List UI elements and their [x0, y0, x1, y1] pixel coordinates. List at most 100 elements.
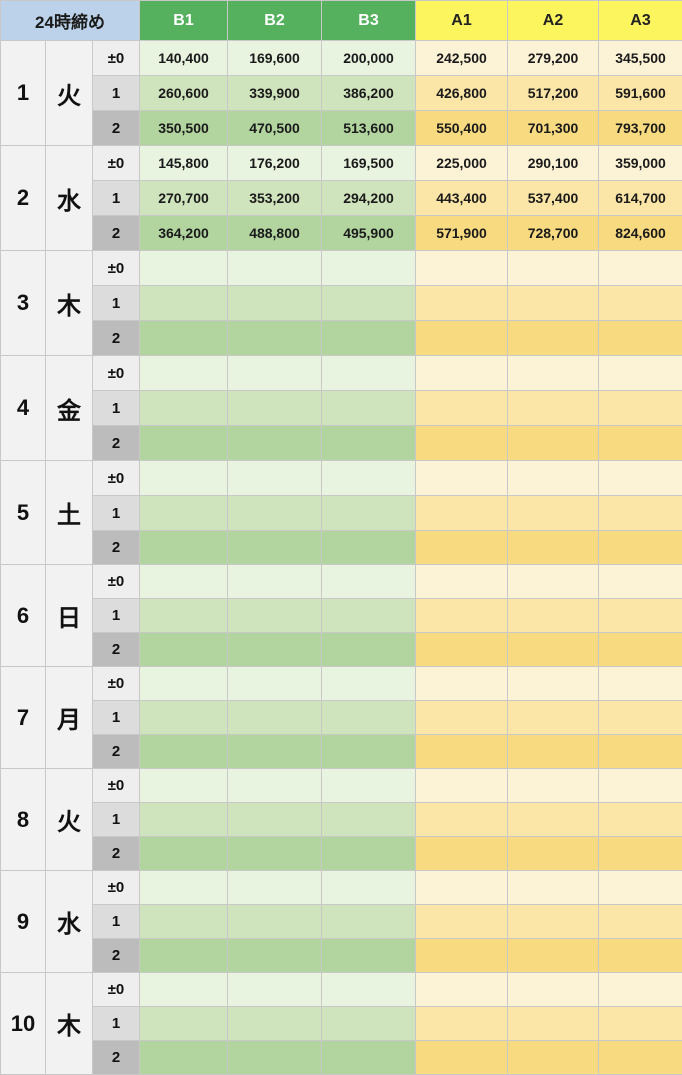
- cell-a2[interactable]: [508, 1041, 599, 1075]
- cell-b3[interactable]: [322, 286, 416, 321]
- cell-a3[interactable]: [599, 803, 682, 837]
- cell-b2[interactable]: [228, 1041, 322, 1075]
- cell-b1[interactable]: [140, 803, 228, 837]
- cell-b2[interactable]: [228, 735, 322, 769]
- cell-b2[interactable]: 470,500: [228, 111, 322, 146]
- cell-b1[interactable]: [140, 565, 228, 599]
- cell-a2[interactable]: [508, 837, 599, 871]
- cell-b2[interactable]: 353,200: [228, 181, 322, 216]
- cell-a3[interactable]: [599, 599, 682, 633]
- cell-b1[interactable]: [140, 939, 228, 973]
- cell-a3[interactable]: [599, 391, 682, 426]
- cell-a2[interactable]: [508, 461, 599, 496]
- cell-a1[interactable]: [416, 735, 508, 769]
- cell-a1[interactable]: [416, 667, 508, 701]
- cell-a3[interactable]: [599, 251, 682, 286]
- cell-a1[interactable]: 225,000: [416, 146, 508, 181]
- cell-a2[interactable]: [508, 599, 599, 633]
- cell-b1[interactable]: 350,500: [140, 111, 228, 146]
- cell-b3[interactable]: [322, 356, 416, 391]
- cell-b3[interactable]: [322, 461, 416, 496]
- cell-a1[interactable]: [416, 1041, 508, 1075]
- cell-a1[interactable]: [416, 701, 508, 735]
- cell-b2[interactable]: [228, 251, 322, 286]
- cell-a2[interactable]: 290,100: [508, 146, 599, 181]
- cell-a3[interactable]: [599, 461, 682, 496]
- cell-a3[interactable]: 824,600: [599, 216, 682, 251]
- cell-b3[interactable]: [322, 1007, 416, 1041]
- cell-b1[interactable]: [140, 251, 228, 286]
- cell-b2[interactable]: 339,900: [228, 76, 322, 111]
- cell-b1[interactable]: 364,200: [140, 216, 228, 251]
- cell-a1[interactable]: [416, 871, 508, 905]
- cell-a2[interactable]: 728,700: [508, 216, 599, 251]
- cell-a1[interactable]: 426,800: [416, 76, 508, 111]
- cell-a1[interactable]: [416, 461, 508, 496]
- cell-a2[interactable]: [508, 356, 599, 391]
- cell-b3[interactable]: [322, 531, 416, 565]
- cell-a1[interactable]: [416, 251, 508, 286]
- cell-a2[interactable]: [508, 391, 599, 426]
- cell-a2[interactable]: [508, 735, 599, 769]
- cell-b3[interactable]: [322, 701, 416, 735]
- cell-a3[interactable]: [599, 667, 682, 701]
- cell-a3[interactable]: 359,000: [599, 146, 682, 181]
- cell-a3[interactable]: [599, 973, 682, 1007]
- cell-a3[interactable]: 614,700: [599, 181, 682, 216]
- cell-a2[interactable]: 517,200: [508, 76, 599, 111]
- cell-b1[interactable]: [140, 391, 228, 426]
- cell-a3[interactable]: [599, 905, 682, 939]
- cell-b2[interactable]: [228, 667, 322, 701]
- cell-a1[interactable]: [416, 769, 508, 803]
- cell-b2[interactable]: [228, 633, 322, 667]
- cell-a2[interactable]: [508, 565, 599, 599]
- cell-b3[interactable]: 169,500: [322, 146, 416, 181]
- cell-b3[interactable]: [322, 735, 416, 769]
- cell-b3[interactable]: [322, 837, 416, 871]
- cell-a1[interactable]: [416, 905, 508, 939]
- cell-b2[interactable]: 169,600: [228, 41, 322, 76]
- cell-b1[interactable]: 140,400: [140, 41, 228, 76]
- cell-a2[interactable]: [508, 496, 599, 531]
- cell-a3[interactable]: [599, 837, 682, 871]
- cell-a3[interactable]: [599, 426, 682, 461]
- cell-b3[interactable]: [322, 871, 416, 905]
- column-header-b3[interactable]: B3: [322, 1, 416, 41]
- cell-b1[interactable]: [140, 599, 228, 633]
- cell-b3[interactable]: [322, 321, 416, 356]
- cell-b1[interactable]: [140, 321, 228, 356]
- cell-b1[interactable]: [140, 531, 228, 565]
- cell-b1[interactable]: [140, 1041, 228, 1075]
- cell-a3[interactable]: [599, 871, 682, 905]
- cell-b2[interactable]: [228, 321, 322, 356]
- cell-a3[interactable]: [599, 531, 682, 565]
- cell-b2[interactable]: [228, 871, 322, 905]
- cell-b2[interactable]: [228, 496, 322, 531]
- cell-b2[interactable]: [228, 701, 322, 735]
- cell-b1[interactable]: [140, 837, 228, 871]
- cell-a3[interactable]: 793,700: [599, 111, 682, 146]
- cell-b2[interactable]: [228, 769, 322, 803]
- cell-a3[interactable]: [599, 356, 682, 391]
- cell-a1[interactable]: [416, 599, 508, 633]
- cell-b3[interactable]: 200,000: [322, 41, 416, 76]
- cell-b3[interactable]: [322, 426, 416, 461]
- cell-b3[interactable]: [322, 769, 416, 803]
- cell-a1[interactable]: [416, 321, 508, 356]
- cell-a2[interactable]: [508, 531, 599, 565]
- column-header-a3[interactable]: A3: [599, 1, 682, 41]
- cell-a2[interactable]: [508, 769, 599, 803]
- cell-a3[interactable]: [599, 286, 682, 321]
- cell-b3[interactable]: 386,200: [322, 76, 416, 111]
- cell-b3[interactable]: [322, 973, 416, 1007]
- cell-a1[interactable]: [416, 1007, 508, 1041]
- cell-a3[interactable]: [599, 735, 682, 769]
- cell-b1[interactable]: [140, 356, 228, 391]
- cell-b1[interactable]: 145,800: [140, 146, 228, 181]
- cell-b1[interactable]: [140, 973, 228, 1007]
- cell-a2[interactable]: [508, 251, 599, 286]
- cell-a3[interactable]: 591,600: [599, 76, 682, 111]
- cell-b1[interactable]: [140, 461, 228, 496]
- cell-b2[interactable]: [228, 837, 322, 871]
- cell-a1[interactable]: [416, 426, 508, 461]
